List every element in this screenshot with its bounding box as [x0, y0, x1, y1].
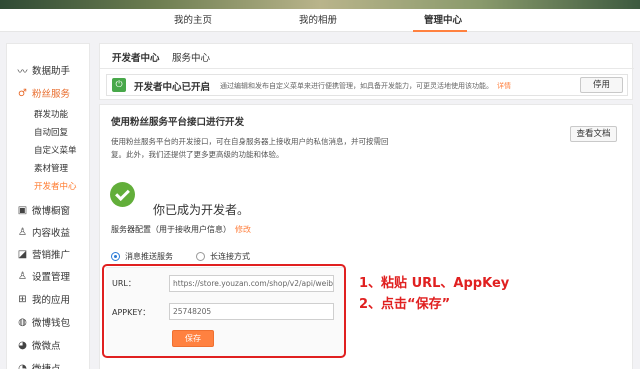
- chart-icon: 〰: [17, 66, 28, 78]
- panel-description: 使用粉丝服务平台的开发接口，可在自身服务器上接收用户的私信消息，并可按需回复。此…: [111, 137, 389, 159]
- annotation-highlight-box: [102, 264, 346, 358]
- sidebar-item-my-apps[interactable]: ⊞ 我的应用: [17, 292, 70, 307]
- tab-my-home[interactable]: 我的主页: [174, 12, 212, 26]
- revenue-icon: ♙: [18, 226, 27, 238]
- status-title: 开发者中心已开启: [134, 82, 211, 93]
- sidebar-item-custom-menu[interactable]: 自定义菜单: [34, 144, 77, 156]
- tab-my-album[interactable]: 我的相册: [299, 12, 337, 26]
- edit-link[interactable]: 修改: [235, 225, 251, 234]
- wallet-icon: ◍: [18, 316, 27, 328]
- sidebar-item-showcase[interactable]: ▣ 微博橱窗: [17, 203, 70, 218]
- sidebar-item-content-revenue[interactable]: ♙ 内容收益: [17, 225, 70, 240]
- settings-icon: ♙: [18, 270, 27, 282]
- sidebar-item-settings[interactable]: ♙ 设置管理: [17, 269, 70, 284]
- radio-push-service[interactable]: 消息推送服务: [111, 251, 173, 262]
- showcase-icon: ▣: [17, 204, 28, 216]
- sidebar: 〰数据助手 ♂ 粉丝服务 群发功能 自动回复 自定义菜单 素材管理 开发者中心 ▣…: [6, 43, 90, 369]
- sidebar-item-auto-reply[interactable]: 自动回复: [34, 126, 68, 138]
- developer-status-bar: ⏻ 开发者中心已开启 通过编辑和发布自定义菜单来进行便携管理，如具备开发能力，可…: [106, 74, 628, 96]
- developer-status-panel: 开发者中心 服务中心 ⏻ 开发者中心已开启 通过编辑和发布自定义菜单来进行便携管…: [99, 43, 634, 100]
- points2-icon: ◔: [18, 362, 27, 369]
- view-docs-button[interactable]: 查看文档: [570, 126, 617, 142]
- details-link[interactable]: 详情: [497, 82, 511, 90]
- radio-selected-icon: [111, 252, 120, 261]
- header-banner: [0, 0, 640, 9]
- top-navigation: 我的主页 我的相册 管理中心: [0, 9, 640, 32]
- sidebar-item-points[interactable]: ◕ 微微点: [17, 338, 60, 353]
- server-config-label: 服务器配置（用于接收用户信息） 修改: [111, 225, 251, 234]
- sidebar-item-points-2[interactable]: ◔微捷点: [17, 361, 60, 369]
- panel-title: 使用粉丝服务平台接口进行开发: [111, 117, 245, 128]
- tab-management-center[interactable]: 管理中心: [424, 12, 462, 26]
- sidebar-item-mass-send[interactable]: 群发功能: [34, 108, 68, 120]
- radio-long-connection[interactable]: 长连接方式: [196, 251, 250, 262]
- sidebar-item-marketing[interactable]: ◪ 营销推广: [17, 247, 70, 262]
- developer-success-text: 你已成为开发者。: [153, 203, 250, 217]
- success-check-icon: [110, 182, 135, 207]
- power-icon: ⏻: [112, 78, 126, 92]
- active-tab-indicator: [413, 30, 467, 32]
- sidebar-item-wallet[interactable]: ◍ 微博钱包: [17, 315, 70, 330]
- sidebar-item-fans-service[interactable]: ♂ 粉丝服务: [17, 86, 70, 101]
- tabs-divider: [100, 68, 634, 69]
- fans-icon: ♂: [18, 87, 27, 99]
- tab-service-center[interactable]: 服务中心: [172, 50, 210, 64]
- annotation-step-1: 1、粘贴 URL、AppKey: [359, 276, 510, 291]
- points-icon: ◕: [18, 339, 27, 351]
- tab-developer-center[interactable]: 开发者中心: [112, 50, 160, 64]
- promotion-icon: ◪: [17, 248, 28, 260]
- sidebar-item-developer-center[interactable]: 开发者中心: [34, 180, 77, 192]
- sidebar-item-materials[interactable]: 素材管理: [34, 162, 68, 174]
- disable-button[interactable]: 停用: [580, 77, 623, 93]
- status-description: 通过编辑和发布自定义菜单来进行便携管理，如具备开发能力，可更灵活地使用该功能。详…: [220, 82, 511, 90]
- radio-unselected-icon: [196, 252, 205, 261]
- sidebar-item-data-assistant[interactable]: 〰数据助手: [17, 63, 71, 78]
- apps-icon: ⊞: [18, 293, 27, 305]
- annotation-step-2: 2、点击“保存”: [359, 297, 451, 312]
